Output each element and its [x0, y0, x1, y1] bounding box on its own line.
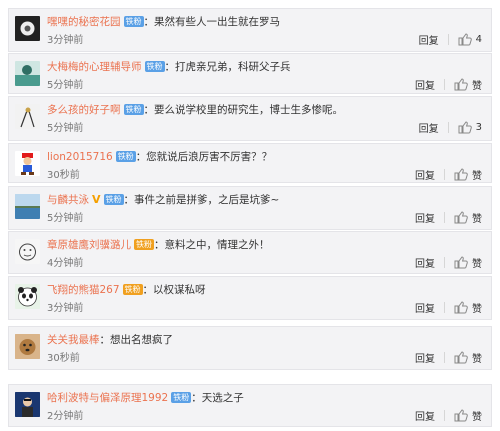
reply-button[interactable]: 回复	[419, 120, 439, 135]
thumbs-up-icon[interactable]	[454, 168, 468, 181]
thumbs-up-icon[interactable]	[454, 256, 468, 269]
username-link[interactable]: 飞翔的熊猫267	[47, 284, 120, 296]
avatar[interactable]	[15, 16, 40, 41]
avatar[interactable]	[15, 104, 40, 129]
verified-v-icon: V	[92, 193, 101, 206]
comment-text: ：想出名想疯了	[99, 334, 174, 346]
reply-button[interactable]: 回复	[415, 77, 435, 92]
comment-time: 5分钟前	[47, 123, 84, 134]
username-link[interactable]: 嘿嘿的秘密花园	[47, 16, 121, 28]
reply-button[interactable]: 回复	[419, 32, 439, 47]
comment-time: 30秒前	[47, 170, 80, 181]
comment-card: 飞翔的熊猫267 铁粉 ：以权谋私呀 3分钟前 回复 赞	[8, 276, 492, 320]
fan-badge: 铁粉	[144, 61, 165, 72]
comment-text: ：要么说学校里的研究生，博士生多惨呢。	[143, 104, 344, 116]
comment-time: 30秒前	[47, 353, 80, 364]
fan-badge: 铁粉	[115, 151, 136, 162]
like-count[interactable]: 赞	[472, 350, 482, 365]
divider	[444, 212, 445, 223]
divider	[444, 302, 445, 313]
avatar[interactable]	[15, 151, 40, 176]
comment-card: 多么孩的好子啊 铁粉 ：要么说学校里的研究生，博士生多惨呢。 5分钟前 回复 3	[8, 96, 492, 141]
comment-time: 4分钟前	[47, 258, 84, 269]
comment-text: ：打虎亲兄弟，科研父子兵	[164, 61, 291, 73]
reply-button[interactable]: 回复	[415, 210, 435, 225]
like-count[interactable]: 赞	[472, 77, 482, 92]
avatar[interactable]	[15, 194, 40, 219]
like-count[interactable]: 3	[476, 122, 482, 133]
comment-card: 嘿嘿的秘密花园 铁粉 ：果然有些人一出生就在罗马 3分钟前 回复 4	[8, 8, 492, 52]
fan-badge: 铁粉	[103, 194, 124, 205]
fan-badge: 铁粉	[123, 104, 144, 115]
comment-time: 3分钟前	[47, 35, 84, 46]
username-link[interactable]: 与麟共泳	[47, 194, 89, 206]
thumbs-up-icon[interactable]	[454, 78, 468, 91]
reply-button[interactable]: 回复	[415, 408, 435, 423]
like-count[interactable]: 赞	[472, 210, 482, 225]
thumbs-up-icon[interactable]	[454, 351, 468, 364]
reply-button[interactable]: 回复	[415, 255, 435, 270]
username-link[interactable]: 哈利波特与偏泽原理1992	[47, 392, 168, 404]
divider	[447, 122, 449, 133]
comment-time: 3分钟前	[47, 303, 84, 314]
comment-text: ：以权谋私呀	[142, 284, 206, 296]
fan-badge: 铁粉	[123, 16, 144, 27]
comment-card: 与麟共泳 V 铁粉 ：事件之前是拼爹，之后是坑爹~ 5分钟前 回复 赞	[8, 186, 492, 230]
avatar[interactable]	[15, 334, 40, 359]
comment-text: ：意料之中，情理之外！	[154, 239, 270, 251]
like-count[interactable]: 赞	[472, 255, 482, 270]
comment-text: ：事件之前是拼爹，之后是坑爹~	[123, 194, 280, 206]
fan-badge: 铁粉	[171, 392, 192, 403]
comment-time: 5分钟前	[47, 80, 84, 91]
comment-card: 章原雄鹰刘骥潞儿 铁粉 ：意料之中，情理之外！ 4分钟前 回复 赞	[8, 231, 492, 274]
reply-button[interactable]: 回复	[415, 350, 435, 365]
avatar[interactable]	[15, 239, 40, 264]
divider	[444, 352, 445, 363]
username-link[interactable]: 章原雄鹰刘骥潞儿	[47, 239, 131, 251]
avatar[interactable]	[15, 61, 40, 86]
thumbs-up-icon[interactable]	[454, 301, 468, 314]
divider	[447, 34, 449, 45]
divider	[444, 410, 445, 421]
comment-card: 大梅梅的心理辅导师 铁粉 ：打虎亲兄弟，科研父子兵 5分钟前 回复 赞	[8, 53, 492, 94]
comment-card: lion2015716 铁粉 ：您就说后浪厉害不厉害？？ 30秒前 回复 赞	[8, 143, 492, 183]
divider	[444, 169, 445, 180]
comment-card: 哈利波特与偏泽原理1992 铁粉 ：天选之子 2分钟前 回复 赞	[8, 384, 492, 427]
comment-text: ：天选之子	[191, 392, 244, 404]
comment-time: 5分钟前	[47, 213, 84, 224]
thumbs-up-icon[interactable]	[458, 33, 472, 46]
fan-badge: 铁粉	[122, 284, 143, 295]
comment-card: 关关我最棒：想出名想疯了 30秒前 回复 赞	[8, 326, 492, 370]
divider	[444, 257, 445, 268]
username-link[interactable]: 大梅梅的心理辅导师	[47, 61, 142, 73]
like-count[interactable]: 赞	[472, 408, 482, 423]
fan-badge: 铁粉	[134, 239, 154, 250]
thumbs-up-icon[interactable]	[458, 121, 472, 134]
like-count[interactable]: 4	[476, 34, 482, 45]
like-count[interactable]: 赞	[472, 167, 482, 182]
username-link[interactable]: 关关我最棒	[47, 334, 100, 346]
divider	[444, 79, 445, 90]
avatar[interactable]	[15, 284, 40, 309]
username-link[interactable]: 多么孩的好子啊	[47, 104, 121, 116]
comment-text: ：您就说后浪厉害不厉害？？	[135, 151, 273, 163]
avatar[interactable]	[15, 392, 40, 417]
thumbs-up-icon[interactable]	[454, 211, 468, 224]
thumbs-up-icon[interactable]	[454, 409, 468, 422]
like-count[interactable]: 赞	[472, 300, 482, 315]
reply-button[interactable]: 回复	[415, 300, 435, 315]
reply-button[interactable]: 回复	[415, 167, 435, 182]
username-link[interactable]: lion2015716	[47, 151, 113, 163]
comment-time: 2分钟前	[47, 411, 84, 422]
comment-text: ：果然有些人一出生就在罗马	[143, 16, 281, 28]
